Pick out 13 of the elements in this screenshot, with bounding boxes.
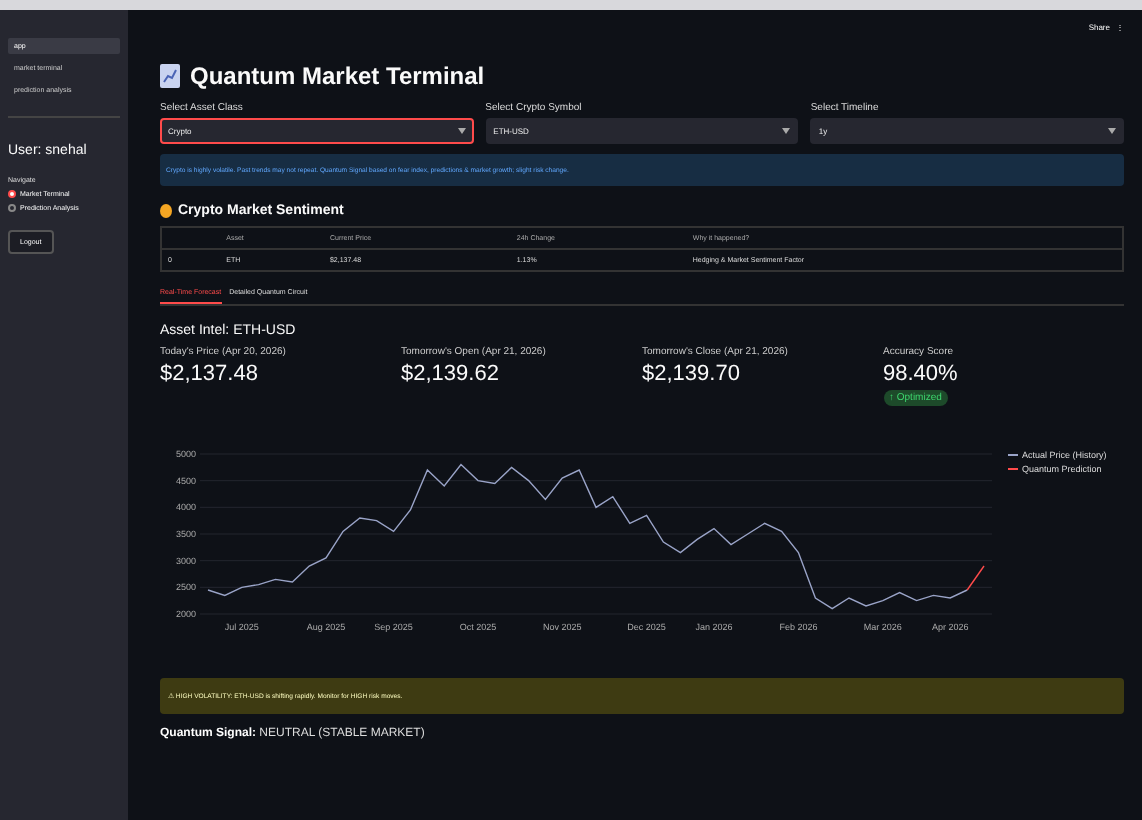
prediction-line [966,565,985,591]
coin-icon [160,204,172,218]
caret-icon [457,128,466,134]
caret-icon [782,128,791,134]
chart-icon [160,64,180,88]
metric-value: $2,139.70 [642,362,740,386]
caret-icon [1108,128,1117,134]
radio-button[interactable] [8,190,16,198]
metric-value: $2,139.62 [401,362,499,386]
page-title: Quantum Market Terminal [190,62,485,90]
radio-button[interactable] [8,204,16,212]
metric-value: 98.40% [883,362,958,386]
metric-value: $2,137.48 [160,362,258,386]
